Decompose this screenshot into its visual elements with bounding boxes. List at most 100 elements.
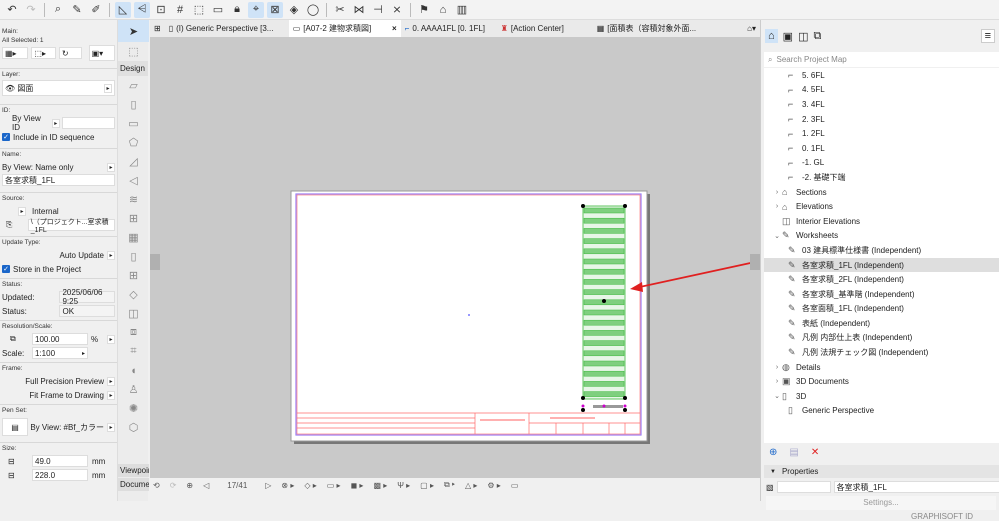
tree-item[interactable]: ⌐ 1. 2FL (764, 126, 999, 141)
renovation-icon[interactable]: ⧉ ▸ (444, 480, 455, 490)
selection-handle[interactable] (581, 396, 585, 400)
wall-tool-icon[interactable]: ▱ (118, 76, 149, 95)
selection-handle[interactable] (581, 204, 585, 208)
id-field[interactable] (61, 117, 115, 129)
selection-handle[interactable] (623, 204, 627, 208)
worksheet-drawing[interactable] (581, 204, 627, 412)
height-field[interactable]: 228.0 (32, 469, 88, 481)
id-mode-button[interactable]: ▸ (51, 118, 60, 128)
gravity-icon[interactable]: ⊡ (153, 2, 169, 18)
tab-menu-icon[interactable]: ⌂▾ (743, 20, 760, 37)
chevron-right-icon[interactable]: › (772, 378, 782, 385)
mvo-icon[interactable]: Ψ ▸ (397, 481, 410, 490)
view-3d-icon[interactable]: ◈ (286, 2, 302, 18)
tree-item[interactable]: ▯ Generic Perspective (764, 404, 999, 419)
selection-handle[interactable] (623, 408, 627, 412)
tree-item[interactable]: ⌄ ▯ 3D (764, 389, 999, 404)
snap-guides-icon[interactable]: ⩤ (134, 1, 150, 18)
title-handle[interactable] (581, 404, 585, 408)
search-input[interactable]: ⌕ Search Project Map (764, 52, 999, 67)
prev-page-icon[interactable]: ◁ (203, 481, 209, 490)
tree-item[interactable]: ✎ 表紙 (Independent) (764, 316, 999, 331)
tree-item[interactable]: ✎ 凡例 内部仕上表 (Independent) (764, 331, 999, 346)
lock-icon[interactable]: 🔒︎ (229, 2, 245, 18)
tab-a07-2[interactable]: ▭ [A07-2 建物求積図] × (288, 20, 401, 37)
pen-set-icon[interactable]: ▩ ▸ (373, 481, 387, 490)
layers-icon[interactable]: ▭ (210, 2, 226, 18)
guide-lines-icon[interactable]: ◺ (115, 1, 131, 18)
tree-item[interactable]: ⌐ 5. 6FL (764, 68, 999, 83)
wall-end-tool-icon[interactable]: ◫ (118, 304, 149, 323)
right-scroll-handle[interactable] (750, 254, 760, 270)
flag-icon[interactable]: ⚑ (416, 2, 432, 18)
menu-icon[interactable]: ≡ (980, 29, 995, 43)
tree-item[interactable]: ⌐ 3. 4FL (764, 97, 999, 112)
marquee-tool-icon[interactable]: ⬚ (118, 42, 149, 61)
selection-icon[interactable]: ⊠ (267, 1, 283, 18)
tree-item[interactable]: ⌐ -2. 基礎下端 (764, 170, 999, 185)
zoom-fit-icon[interactable]: ⊗ ▸ (281, 481, 294, 490)
intersect-icon[interactable]: ⨯ (389, 2, 405, 18)
tab-generic-perspective[interactable]: ▯ (I) Generic Perspective [3... (165, 20, 289, 37)
settings-button[interactable]: Settings... (766, 496, 996, 510)
adjust-icon[interactable]: ⊣ (370, 2, 386, 18)
grid-icon[interactable]: # (172, 2, 188, 18)
delete-icon[interactable]: ✕ (811, 447, 819, 458)
zone-tool-icon[interactable]: ⬡ (118, 418, 149, 437)
zoom-in-icon[interactable]: ⊕ (186, 481, 193, 490)
tab-overview-icon[interactable]: ⊞ (150, 20, 165, 37)
tree-item[interactable]: ✎ 各室求積_1FL (Independent) (764, 257, 999, 273)
render-icon[interactable]: ◯ (305, 2, 321, 18)
scale-select[interactable]: 1:100 ▸ (32, 347, 88, 359)
selection-handle[interactable] (581, 408, 585, 412)
drawing-type-button[interactable]: ▣▾ (88, 45, 115, 61)
tree-item[interactable]: › ◍ Details (764, 360, 999, 375)
tree-item[interactable]: ◫ Interior Elevations (764, 214, 999, 229)
tree-item[interactable]: ⌐ -1. GL (764, 156, 999, 171)
tree-item[interactable]: ✎ 各室求積_2FL (Independent) (764, 272, 999, 287)
settings-list-icon[interactable]: ▤ (789, 447, 798, 458)
properties-id-field[interactable] (776, 481, 831, 493)
split-icon[interactable]: ⋈ (351, 2, 367, 18)
morph-tool-icon[interactable]: ◖ (118, 361, 149, 380)
penset-button[interactable]: ▸ (107, 422, 115, 432)
arrow-tool-icon[interactable]: ➤ (118, 20, 149, 42)
stair-tool-icon[interactable]: ≋ (118, 190, 149, 209)
viewpoint-tab[interactable]: Viewpoir (118, 464, 149, 477)
project-map-icon[interactable]: ⌂ (765, 29, 778, 43)
tree-item[interactable]: ✎ 03 建具標準仕様書 (Independent) (764, 243, 999, 258)
redo-icon[interactable]: ↷ (23, 2, 39, 18)
frame-button[interactable]: ⬚▸ (31, 47, 56, 59)
source-path[interactable]: \（プロジェクト...室求積_1FL (27, 219, 115, 234)
column-tool-icon[interactable]: ▯ (118, 95, 149, 114)
beam-tool-icon[interactable]: ▭ (118, 114, 149, 133)
layout-canvas[interactable] (150, 37, 760, 478)
chart-icon[interactable]: ▥ (454, 2, 470, 18)
mesh-tool-icon[interactable]: ⌗ (118, 342, 149, 361)
skylight-tool-icon[interactable]: ◇ (118, 285, 149, 304)
chevron-right-icon[interactable]: › (772, 189, 782, 196)
corner-window-tool-icon[interactable]: ⧈ (118, 323, 149, 342)
name-field[interactable]: 各室求積_1FL (2, 174, 115, 186)
left-scroll-handle[interactable] (150, 254, 160, 270)
add-view-icon[interactable]: ⊕ (769, 447, 777, 458)
layout-icon[interactable]: ▭ (511, 481, 519, 490)
trace-icon[interactable]: ⌖ (248, 1, 264, 18)
rotate-button[interactable]: ↻ (58, 47, 82, 59)
chevron-down-icon[interactable]: ⌄ (772, 232, 782, 240)
lamp-tool-icon[interactable]: ✺ (118, 399, 149, 418)
model-view-icon[interactable]: ⚙ ▸ (487, 481, 500, 490)
tree-item[interactable]: ⌐ 0. 1FL (764, 141, 999, 156)
tree-item[interactable]: › ▣ 3D Documents (764, 374, 999, 389)
layer-select[interactable]: 👁︎ 図面 ▸ (2, 80, 115, 96)
resolution-button[interactable]: ▸ (107, 334, 115, 344)
document-tab[interactable]: Documei (118, 478, 149, 491)
next-page-icon[interactable]: ▷ (265, 481, 271, 490)
tree-item[interactable]: ⌐ 2. 3FL (764, 112, 999, 127)
zoom-previous-icon[interactable]: ⟲ (153, 481, 160, 490)
frame-preview-button[interactable]: ▸ (107, 376, 115, 386)
close-tab-icon[interactable]: × (392, 24, 397, 33)
railing-tool-icon[interactable]: ⊞ (118, 209, 149, 228)
selection-handle[interactable] (602, 299, 606, 303)
tab-action-center[interactable]: ♜ [Action Center] (497, 20, 593, 37)
